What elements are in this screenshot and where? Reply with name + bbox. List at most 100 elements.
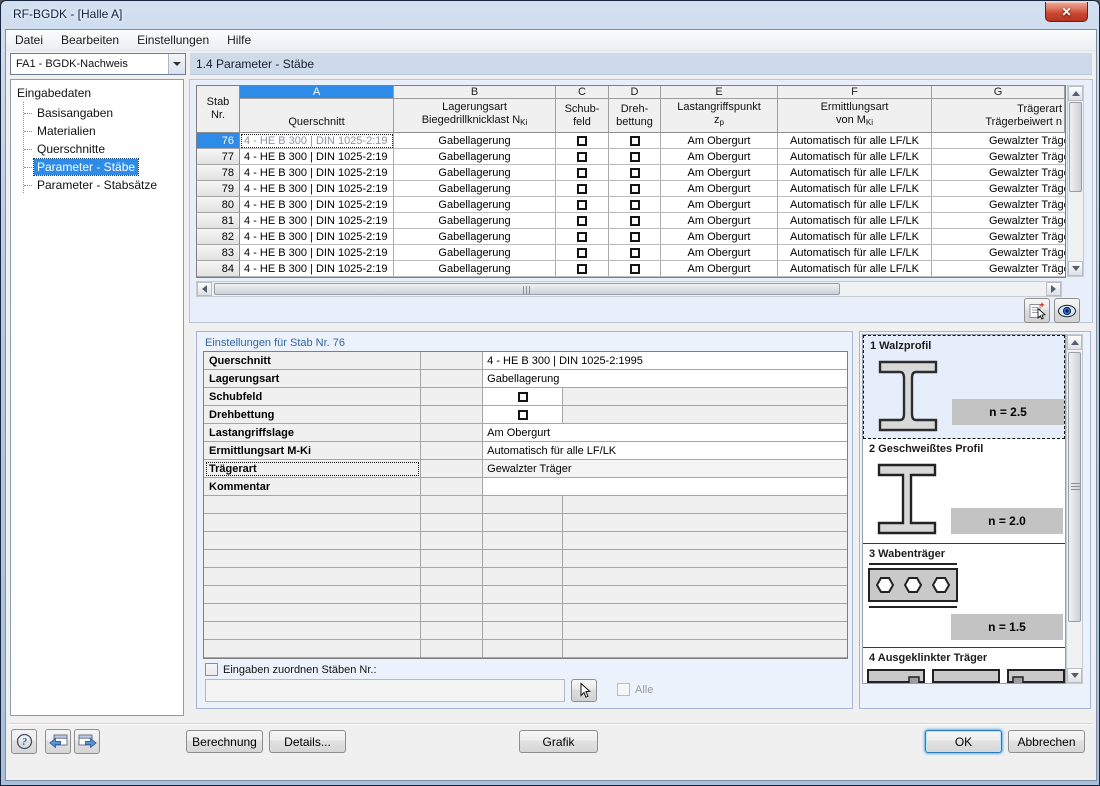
cell-ermittlungsart[interactable]: Automatisch für alle LF/LK — [778, 133, 932, 149]
profiles-scroll-thumb[interactable] — [1068, 352, 1081, 622]
berechnung-button[interactable]: Berechnung — [186, 730, 263, 753]
settings-checkbox-cell[interactable] — [483, 406, 563, 424]
cell-drehbettung[interactable] — [609, 133, 661, 149]
cell-querschnitt[interactable]: 4 - HE B 300 | DIN 1025-2:19 — [240, 261, 394, 277]
column-letter-a[interactable]: A — [240, 86, 394, 99]
nav-item-parameter-stabsaetze[interactable]: Parameter - Stabsätze — [34, 177, 160, 193]
drehbettung-checkbox[interactable] — [518, 410, 528, 420]
cell-schubfeld[interactable] — [556, 213, 609, 229]
table-horizontal-scrollbar[interactable] — [196, 281, 1062, 297]
nav-root-eingabedaten[interactable]: Eingabedaten — [11, 80, 183, 102]
schubfeld-checkbox[interactable] — [577, 248, 587, 258]
settings-value-lastangriffslage[interactable]: Am Obergurt — [483, 424, 847, 442]
drehbettung-checkbox[interactable] — [630, 136, 640, 146]
table-vertical-scrollbar[interactable] — [1067, 85, 1084, 277]
cell-schubfeld[interactable] — [556, 149, 609, 165]
schubfeld-checkbox[interactable] — [577, 152, 587, 162]
settings-checkbox-cell[interactable] — [483, 388, 563, 406]
menu-einstellungen[interactable]: Einstellungen — [128, 31, 218, 49]
cell-lagerungsart[interactable]: Gabellagerung — [394, 245, 556, 261]
menu-bearbeiten[interactable]: Bearbeiten — [52, 31, 128, 49]
nav-item-materialien[interactable]: Materialien — [34, 123, 99, 139]
cell-traegerart[interactable]: Gewalzter Träge — [932, 197, 1065, 213]
close-button[interactable]: ✕ — [1045, 2, 1088, 22]
scroll-up-button[interactable] — [1068, 86, 1083, 101]
drehbettung-checkbox[interactable] — [630, 200, 640, 210]
cell-querschnitt[interactable]: 4 - HE B 300 | DIN 1025-2:19 — [240, 149, 394, 165]
cell-ermittlungsart[interactable]: Automatisch für alle LF/LK — [778, 261, 932, 277]
cell-querschnitt[interactable]: 4 - HE B 300 | DIN 1025-2:19 — [240, 197, 394, 213]
drehbettung-checkbox[interactable] — [630, 168, 640, 178]
assign-pick-button[interactable] — [571, 679, 597, 702]
cell-lastangriffspunkt[interactable]: Am Obergurt — [661, 181, 778, 197]
cell-drehbettung[interactable] — [609, 245, 661, 261]
schubfeld-checkbox[interactable] — [577, 264, 587, 274]
cell-drehbettung[interactable] — [609, 149, 661, 165]
cell-lagerungsart[interactable]: Gabellagerung — [394, 197, 556, 213]
column-letter-d[interactable]: D — [609, 86, 661, 99]
drehbettung-checkbox[interactable] — [630, 264, 640, 274]
scroll-right-button[interactable] — [1046, 282, 1061, 296]
abbrechen-button[interactable]: Abbrechen — [1008, 730, 1085, 753]
view-mode-button[interactable] — [1054, 298, 1080, 323]
cell-drehbettung[interactable] — [609, 261, 661, 277]
cell-querschnitt[interactable]: 4 - HE B 300 | DIN 1025-2:19 — [240, 245, 394, 261]
cell-traegerart[interactable]: Gewalzter Träge — [932, 245, 1065, 261]
cell-querschnitt[interactable]: 4 - HE B 300 | DIN 1025-2:19 — [240, 181, 394, 197]
cell-ermittlungsart[interactable]: Automatisch für alle LF/LK — [778, 165, 932, 181]
schubfeld-checkbox[interactable] — [577, 184, 587, 194]
cell-schubfeld[interactable] — [556, 181, 609, 197]
cell-traegerart[interactable]: Gewalzter Träge — [932, 165, 1065, 181]
schubfeld-checkbox[interactable] — [577, 136, 587, 146]
drehbettung-checkbox[interactable] — [630, 184, 640, 194]
profile-item-walzprofil[interactable]: 1 Walzprofil n = 2.5 — [863, 335, 1065, 439]
cell-querschnitt[interactable]: 4 - HE B 300 | DIN 1025-2:19 — [240, 133, 394, 149]
help-button[interactable]: ? — [11, 729, 37, 754]
nav-item-querschnitte[interactable]: Querschnitte — [34, 141, 108, 157]
cell-lastangriffspunkt[interactable]: Am Obergurt — [661, 245, 778, 261]
next-table-button[interactable] — [74, 729, 100, 754]
cell-ermittlungsart[interactable]: Automatisch für alle LF/LK — [778, 149, 932, 165]
cell-lagerungsart[interactable]: Gabellagerung — [394, 133, 556, 149]
profiles-scrollbar[interactable] — [1066, 334, 1083, 684]
menu-datei[interactable]: Datei — [6, 31, 52, 49]
row-number[interactable]: 77 — [197, 149, 240, 165]
schubfeld-checkbox[interactable] — [577, 200, 587, 210]
row-number[interactable]: 84 — [197, 261, 240, 277]
horizontal-scroll-thumb[interactable] — [214, 283, 840, 295]
cell-querschnitt[interactable]: 4 - HE B 300 | DIN 1025-2:19 — [240, 165, 394, 181]
row-number[interactable]: 81 — [197, 213, 240, 229]
column-letter-f[interactable]: F — [778, 86, 932, 99]
grafik-button[interactable]: Grafik — [519, 730, 598, 753]
settings-value-lagerungsart[interactable]: Gabellagerung — [483, 370, 847, 388]
previous-table-button[interactable] — [45, 729, 71, 754]
settings-value-ermittlungsart[interactable]: Automatisch für alle LF/LK — [483, 442, 847, 460]
cell-ermittlungsart[interactable]: Automatisch für alle LF/LK — [778, 213, 932, 229]
cell-drehbettung[interactable] — [609, 197, 661, 213]
cell-lastangriffspunkt[interactable]: Am Obergurt — [661, 165, 778, 181]
drehbettung-checkbox[interactable] — [630, 232, 640, 242]
settings-value-kommentar[interactable] — [483, 478, 847, 496]
cell-lagerungsart[interactable]: Gabellagerung — [394, 149, 556, 165]
scroll-down-button[interactable] — [1067, 668, 1082, 683]
cell-traegerart[interactable]: Gewalzter Träge — [932, 181, 1065, 197]
profile-item-geschweisstes-profil[interactable]: 2 Geschweißtes Profil n = 2.0 — [863, 439, 1065, 544]
cell-querschnitt[interactable]: 4 - HE B 300 | DIN 1025-2:19 — [240, 229, 394, 245]
cell-ermittlungsart[interactable]: Automatisch für alle LF/LK — [778, 229, 932, 245]
column-letter-c[interactable]: C — [556, 86, 609, 99]
drehbettung-checkbox[interactable] — [630, 248, 640, 258]
cell-lastangriffspunkt[interactable]: Am Obergurt — [661, 149, 778, 165]
nav-item-basisangaben[interactable]: Basisangaben — [34, 105, 116, 121]
assign-checkbox[interactable] — [205, 663, 218, 676]
cell-ermittlungsart[interactable]: Automatisch für alle LF/LK — [778, 245, 932, 261]
settings-value-querschnitt[interactable]: 4 - HE B 300 | DIN 1025-2:1995 — [483, 352, 847, 370]
profile-item-wabentraeger[interactable]: 3 Wabenträger n = 1.5 — [863, 544, 1065, 648]
cell-querschnitt[interactable]: 4 - HE B 300 | DIN 1025-2:19 — [240, 213, 394, 229]
ok-button[interactable]: OK — [925, 730, 1002, 753]
schubfeld-checkbox[interactable] — [518, 392, 528, 402]
cell-traegerart[interactable]: Gewalzter Träge — [932, 229, 1065, 245]
cell-lagerungsart[interactable]: Gabellagerung — [394, 165, 556, 181]
scroll-up-button[interactable] — [1067, 335, 1082, 350]
cell-drehbettung[interactable] — [609, 229, 661, 245]
scroll-down-button[interactable] — [1068, 261, 1083, 276]
